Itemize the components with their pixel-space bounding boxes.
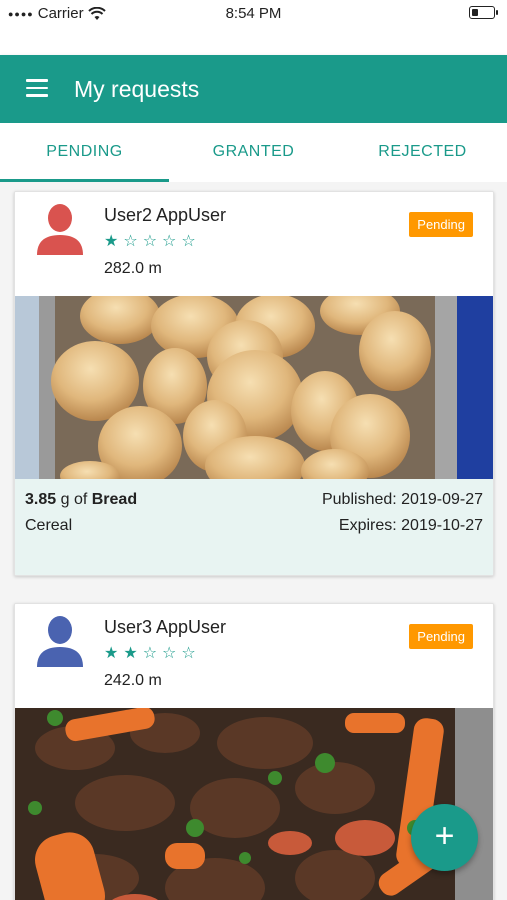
- tab-bar: PENDING GRANTED REJECTED: [0, 123, 507, 182]
- card-header: User3 AppUser ★ ★ ☆ ☆ ☆ 242.0 m Pending: [15, 604, 493, 708]
- star-empty-icon: ☆: [181, 645, 201, 662]
- rating-stars: ★ ★ ☆ ☆ ☆: [104, 643, 201, 663]
- star-empty-icon: ☆: [181, 233, 201, 250]
- beef-stir-fry-image: [15, 708, 493, 900]
- tab-granted[interactable]: GRANTED: [169, 123, 338, 182]
- star-empty-icon: ☆: [162, 233, 182, 250]
- star-filled-icon: ★: [123, 645, 143, 662]
- quantity-value: 3.85: [25, 491, 57, 508]
- add-request-button[interactable]: +: [411, 804, 478, 871]
- star-empty-icon: ☆: [142, 645, 163, 662]
- star-filled-icon: ★: [104, 645, 124, 662]
- published-date: Published: 2019-09-27: [321, 491, 483, 508]
- battery-icon: [469, 6, 498, 19]
- distance: 282.0 m: [104, 260, 162, 277]
- rating-stars: ★ ☆ ☆ ☆ ☆: [104, 231, 201, 251]
- tab-pending[interactable]: PENDING: [0, 123, 169, 182]
- distance: 242.0 m: [104, 672, 162, 689]
- add-icon: +: [434, 817, 455, 855]
- star-empty-icon: ☆: [142, 233, 163, 250]
- bread-rolls-image: [15, 296, 493, 479]
- app-bar: My requests: [0, 55, 507, 123]
- card-header: User2 AppUser ★ ☆ ☆ ☆ ☆ 282.0 m Pending: [15, 192, 493, 296]
- status-badge: Pending: [409, 212, 473, 237]
- star-empty-icon: ☆: [162, 645, 182, 662]
- user-avatar-icon: [37, 204, 83, 255]
- card-details: 3.85 g of Bread Cereal Published: 2019-0…: [15, 479, 493, 575]
- user-name: User3 AppUser: [104, 617, 227, 637]
- battery-level: [471, 8, 478, 16]
- food-category: Cereal: [25, 517, 73, 534]
- user-name: User2 AppUser: [104, 205, 227, 225]
- request-card[interactable]: User2 AppUser ★ ☆ ☆ ☆ ☆ 282.0 m Pending: [14, 191, 494, 576]
- quantity-unit: g of: [60, 491, 88, 508]
- page-title: My requests: [74, 76, 200, 102]
- clock: 8:54 PM: [225, 5, 282, 22]
- expires-date: Expires: 2019-10-27: [338, 517, 483, 534]
- menu-icon[interactable]: [26, 79, 48, 97]
- food-quantity: 3.85 g of Bread: [25, 491, 137, 509]
- request-list[interactable]: User2 AppUser ★ ☆ ☆ ☆ ☆ 282.0 m Pending: [0, 182, 507, 900]
- star-empty-icon: ☆: [123, 233, 143, 250]
- star-filled-icon: ★: [104, 233, 124, 250]
- food-name: Bread: [91, 491, 138, 508]
- status-bar: ●●●● Carrier 8:54 PM: [0, 0, 507, 28]
- user-avatar-icon: [37, 616, 83, 667]
- tab-rejected[interactable]: REJECTED: [338, 123, 507, 182]
- status-badge: Pending: [409, 624, 473, 649]
